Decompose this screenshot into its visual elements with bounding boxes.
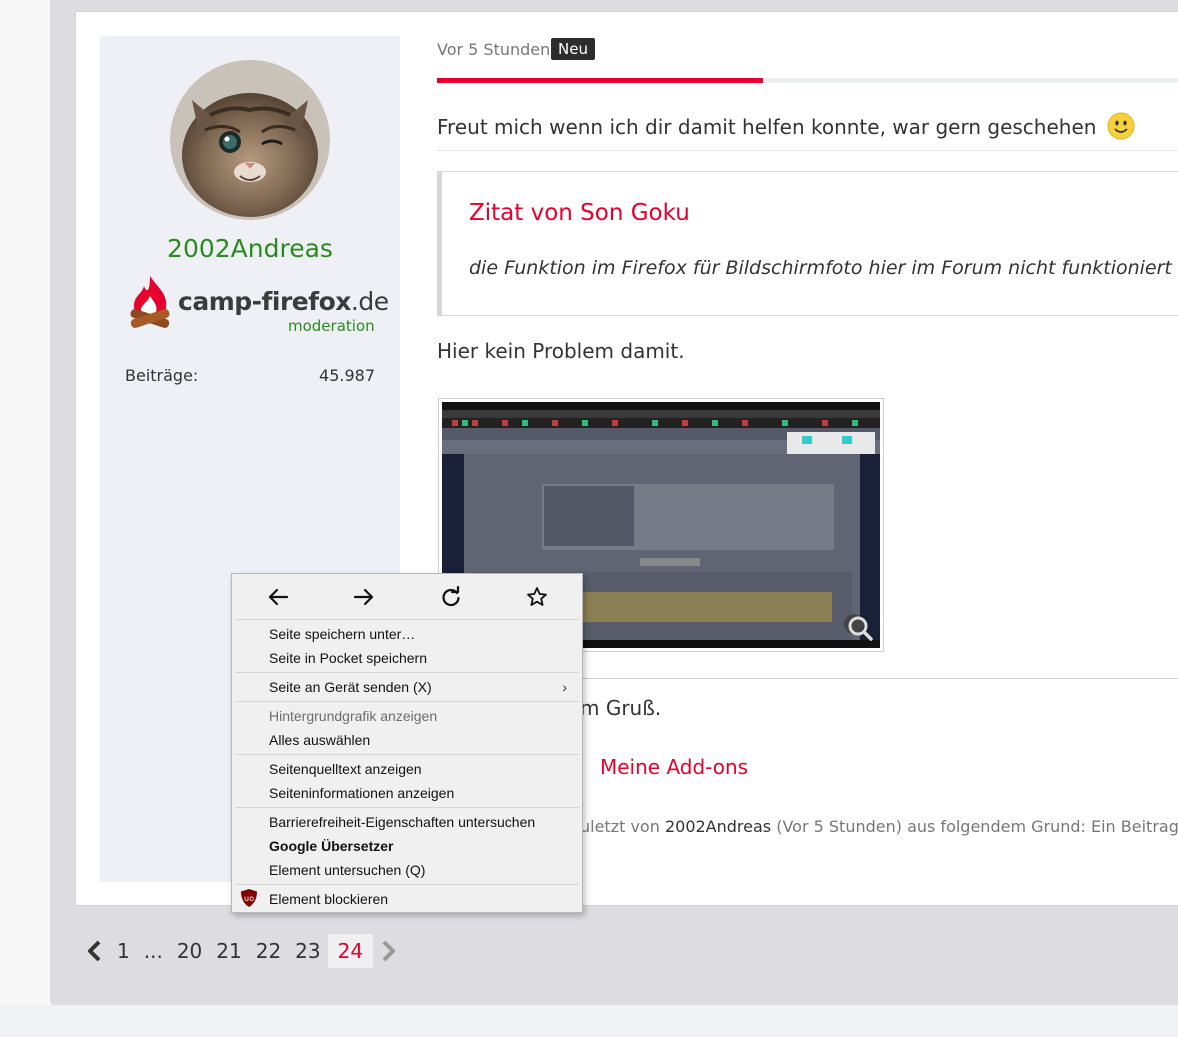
reload-button[interactable]	[436, 584, 466, 610]
read-progress-fill	[437, 78, 763, 83]
menu-separator	[235, 754, 579, 755]
menu-separator	[235, 701, 579, 702]
context-nav-row	[232, 574, 582, 620]
menu-save-page[interactable]: Seite speichern unter…	[269, 624, 415, 644]
quote-title[interactable]: Zitat von Son Goku	[469, 200, 690, 226]
forward-button[interactable]	[349, 584, 379, 610]
post-text-line-2: Hier kein Problem damit.	[437, 339, 685, 363]
logo-wordmark: camp-firefox.de	[178, 287, 389, 316]
divider	[437, 150, 1178, 151]
menu-send-to-device[interactable]: Seite an Gerät senden (X) ›	[269, 677, 579, 697]
logo-subtitle: moderation	[288, 317, 375, 335]
post-time[interactable]: Vor 5 Stunden	[437, 40, 550, 59]
page-link-22[interactable]: 22	[249, 934, 288, 968]
back-arrow-icon	[268, 588, 289, 606]
menu-separator	[235, 619, 579, 620]
menu-separator	[235, 672, 579, 673]
menu-inspect-element[interactable]: Element untersuchen (Q)	[269, 860, 425, 880]
page-link-20[interactable]: 20	[170, 934, 209, 968]
menu-block-element[interactable]: Element blockieren	[269, 889, 388, 909]
menu-save-to-pocket[interactable]: Seite in Pocket speichern	[269, 648, 427, 668]
page-ellipsis: ...	[143, 939, 163, 963]
author-username[interactable]: 2002Andreas	[100, 234, 400, 263]
back-button[interactable]	[263, 584, 293, 610]
post-text-line-1: Freut mich wenn ich dir damit helfen kon…	[437, 112, 1135, 140]
edit-note: uletzt von 2002Andreas (Vor 5 Stunden) a…	[580, 817, 1178, 836]
forward-arrow-icon	[353, 588, 374, 606]
menu-separator	[235, 884, 579, 885]
svg-text:uo: uo	[244, 894, 254, 903]
browser-context-menu: Seite speichern unter… Seite in Pocket s…	[231, 573, 583, 913]
menu-inspect-accessibility[interactable]: Barrierefreiheit-Eigenschaften untersuch…	[269, 812, 535, 832]
reload-icon	[442, 586, 460, 607]
ublock-origin-icon: uo	[241, 889, 257, 907]
page-link-1[interactable]: 1	[110, 934, 137, 968]
menu-show-background-image: Hintergrundgrafik anzeigen	[269, 708, 438, 724]
new-badge: Neu	[551, 38, 595, 60]
quote-box	[437, 171, 1178, 316]
zoom-magnifier-icon[interactable]	[846, 614, 874, 642]
posts-count-label: Beiträge:	[125, 366, 199, 385]
chevron-left-icon	[88, 940, 101, 962]
page-link-21[interactable]: 21	[209, 934, 248, 968]
avatar[interactable]	[170, 60, 330, 220]
prev-page-button[interactable]	[80, 934, 110, 968]
submenu-chevron-icon: ›	[562, 679, 567, 695]
page-left-strip	[0, 0, 50, 1005]
page-link-23[interactable]: 23	[288, 934, 327, 968]
pagination: 1 ... 20 21 22 23 24	[80, 933, 403, 969]
menu-view-source[interactable]: Seitenquelltext anzeigen	[269, 759, 422, 779]
menu-select-all[interactable]: Alles auswählen	[269, 730, 370, 750]
chevron-right-icon	[382, 940, 396, 962]
edit-note-user-link[interactable]: 2002Andreas	[665, 817, 771, 836]
bookmark-star-icon	[527, 587, 547, 606]
quote-text: die Funktion im Firefox für Bildschirmfo…	[469, 257, 1178, 279]
signature-divider	[582, 678, 1178, 679]
post-greeting: m Gruß.	[580, 696, 662, 720]
menu-google-translate[interactable]: Google Übersetzer	[269, 836, 393, 856]
menu-separator	[235, 807, 579, 808]
posts-count-value[interactable]: 45.987	[300, 366, 375, 385]
menu-page-info[interactable]: Seiteninformationen anzeigen	[269, 783, 454, 803]
signature-link-addons[interactable]: Meine Add-ons	[600, 755, 748, 779]
next-page-button[interactable]	[373, 934, 403, 968]
bookmark-button[interactable]	[522, 584, 552, 610]
smiley-icon	[1107, 112, 1135, 140]
page-current-24: 24	[327, 934, 374, 968]
